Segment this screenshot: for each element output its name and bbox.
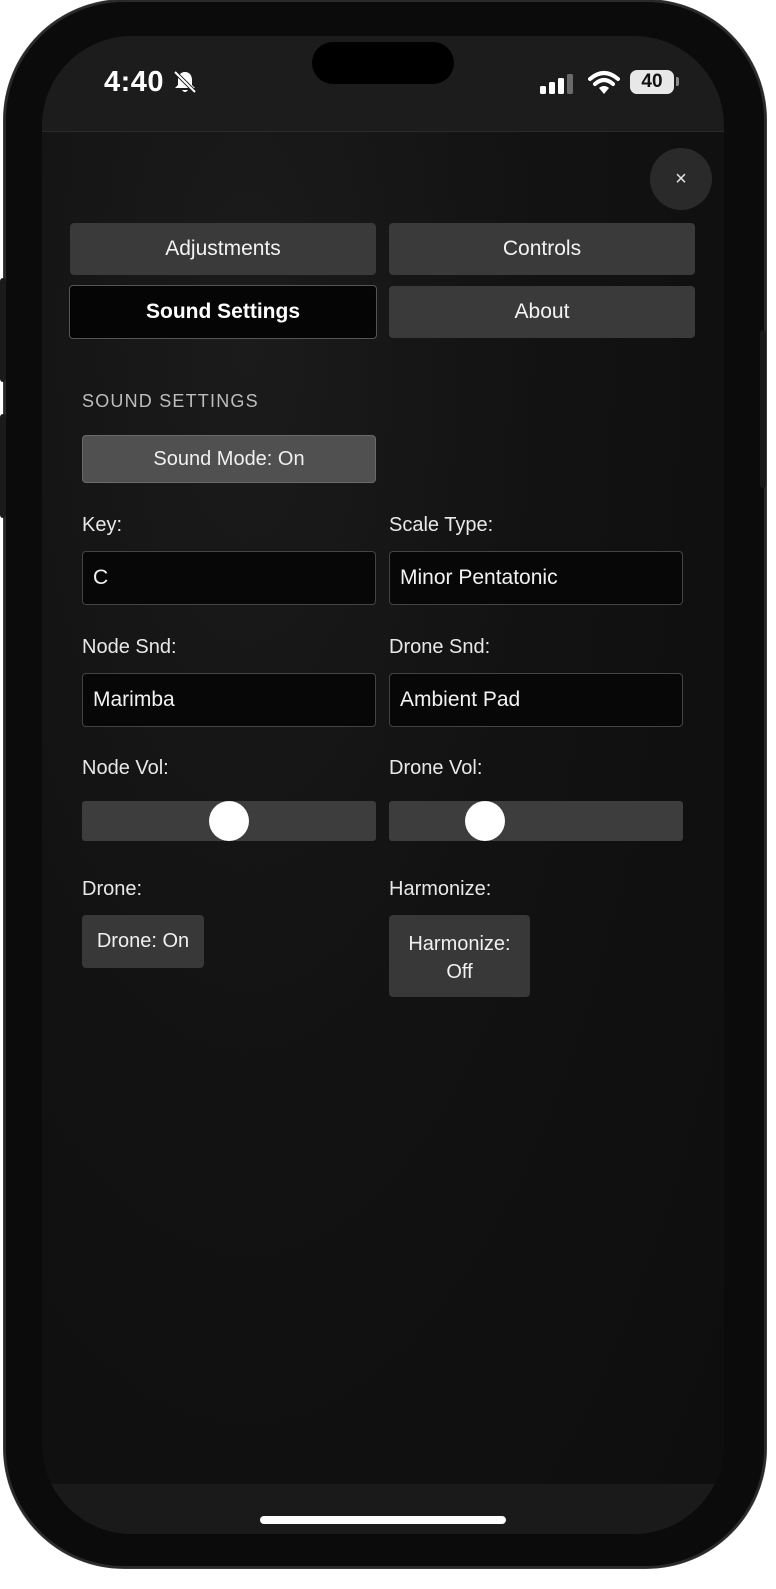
side-button-volume bbox=[0, 414, 6, 518]
drone-sound-label: Drone Snd: bbox=[389, 636, 491, 658]
dynamic-island bbox=[312, 42, 454, 84]
screen: 4:40 40 × Adjustments Controls Sound Set… bbox=[42, 36, 724, 1534]
side-button-action bbox=[0, 278, 6, 382]
home-indicator[interactable] bbox=[260, 1516, 506, 1524]
bell-slash-icon bbox=[172, 69, 198, 100]
tab-about[interactable]: About bbox=[389, 286, 695, 338]
node-volume-label: Node Vol: bbox=[82, 757, 169, 779]
drone-volume-label: Drone Vol: bbox=[389, 757, 483, 779]
node-sound-select[interactable]: Marimba bbox=[82, 673, 376, 727]
drone-toggle-button[interactable]: Drone: On bbox=[82, 915, 204, 968]
battery-icon: 40 bbox=[630, 70, 674, 94]
tab-sound-settings[interactable]: Sound Settings bbox=[69, 285, 377, 339]
status-bar: 4:40 40 bbox=[42, 36, 724, 132]
harmonize-button-line2: Off bbox=[446, 961, 473, 983]
scale-type-label: Scale Type: bbox=[389, 514, 494, 536]
bottom-strip bbox=[42, 1484, 724, 1534]
side-button-power bbox=[760, 330, 766, 488]
tab-controls[interactable]: Controls bbox=[389, 223, 695, 275]
scale-type-select[interactable]: Minor Pentatonic bbox=[389, 551, 683, 605]
sound-mode-button[interactable]: Sound Mode: On bbox=[82, 435, 376, 483]
key-label: Key: bbox=[82, 514, 123, 536]
drone-volume-slider[interactable] bbox=[389, 801, 683, 841]
harmonize-label: Harmonize: bbox=[389, 878, 492, 900]
node-volume-slider[interactable] bbox=[82, 801, 376, 841]
drone-volume-slider-thumb[interactable] bbox=[465, 801, 505, 841]
wifi-icon bbox=[588, 70, 620, 101]
status-time: 4:40 bbox=[104, 66, 165, 98]
node-sound-label: Node Snd: bbox=[82, 636, 177, 658]
harmonize-button-line1: Harmonize: bbox=[408, 933, 511, 955]
tab-adjustments[interactable]: Adjustments bbox=[70, 223, 376, 275]
signal-icon bbox=[540, 74, 574, 99]
section-title: SOUND SETTINGS bbox=[82, 391, 259, 411]
key-select[interactable]: C bbox=[82, 551, 376, 605]
drone-sound-select[interactable]: Ambient Pad bbox=[389, 673, 683, 727]
close-button[interactable]: × bbox=[650, 148, 712, 210]
drone-label: Drone: bbox=[82, 878, 143, 900]
battery-tip bbox=[676, 77, 679, 86]
node-volume-slider-thumb[interactable] bbox=[209, 801, 249, 841]
harmonize-toggle-button[interactable]: Harmonize: Off bbox=[389, 915, 530, 997]
